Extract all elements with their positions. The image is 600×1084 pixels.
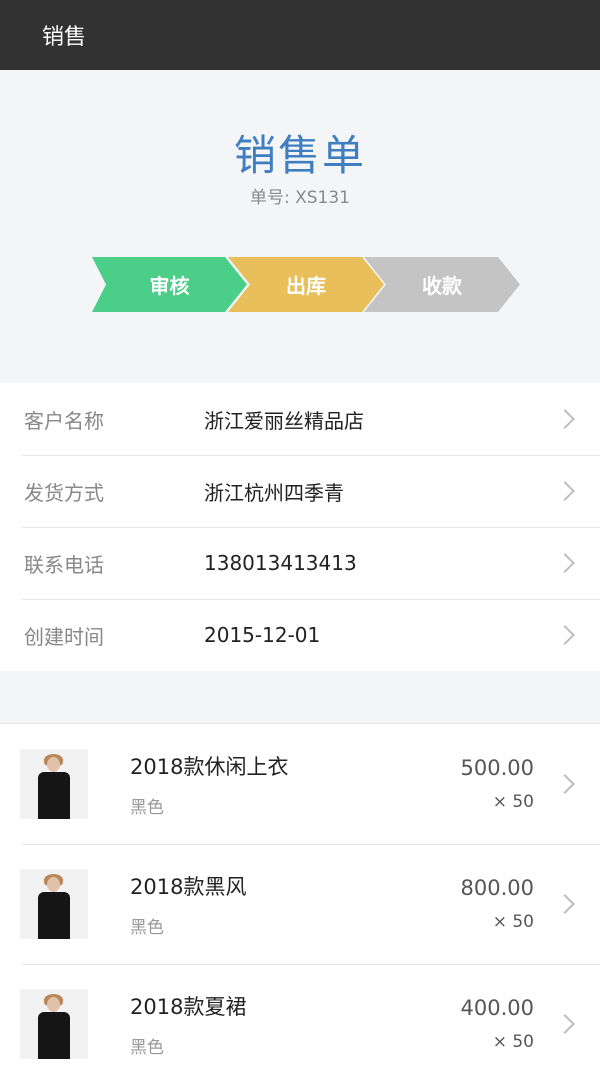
chevron-right-icon xyxy=(555,894,575,914)
info-row-customer[interactable]: 客户名称 浙江爱丽丝精品店 xyxy=(0,383,600,455)
product-price: 800.00 xyxy=(460,876,534,900)
chevron-right-icon xyxy=(555,774,575,794)
topbar-title: 销售 xyxy=(42,25,87,50)
info-value: 2015-12-01 xyxy=(204,623,321,647)
product-quantity: × 50 xyxy=(492,1032,534,1052)
product-image xyxy=(20,869,88,939)
product-item[interactable]: 2018款黑风 黑色 800.00 × 50 xyxy=(0,844,600,964)
top-bar: 销售 xyxy=(0,0,600,70)
info-row-created[interactable]: 创建时间 2015-12-01 xyxy=(0,599,600,671)
chevron-right-icon xyxy=(555,409,575,429)
chevron-right-icon xyxy=(555,625,575,645)
step-payment[interactable]: 收款 xyxy=(364,257,520,312)
order-number: 单号: XS131 xyxy=(249,188,351,208)
chevron-right-icon xyxy=(555,481,575,501)
page-title: 销售单 xyxy=(233,131,366,180)
product-item[interactable]: 2018款夏裙 黑色 400.00 × 50 xyxy=(0,964,600,1084)
info-value: 浙江杭州四季青 xyxy=(204,480,344,505)
step-outbound[interactable]: 出库 xyxy=(228,257,384,312)
product-image xyxy=(20,749,88,819)
product-color: 黑色 xyxy=(130,1037,164,1058)
step-outbound-label: 出库 xyxy=(286,274,326,298)
info-label: 创建时间 xyxy=(24,624,104,649)
product-name: 2018款夏裙 xyxy=(130,994,247,1019)
product-quantity: × 50 xyxy=(492,792,534,812)
info-row-shipping[interactable]: 发货方式 浙江杭州四季青 xyxy=(0,455,600,527)
order-info-list: 客户名称 浙江爱丽丝精品店 发货方式 浙江杭州四季青 联系电话 13801341… xyxy=(0,383,600,671)
info-label: 发货方式 xyxy=(24,480,104,505)
product-image xyxy=(20,989,88,1059)
product-name: 2018款黑风 xyxy=(130,874,247,899)
info-label: 联系电话 xyxy=(24,552,104,577)
chevron-right-icon xyxy=(555,1014,575,1034)
chevron-right-icon xyxy=(555,553,575,573)
step-review[interactable]: 审核 xyxy=(92,257,247,312)
product-list: 2018款休闲上衣 黑色 500.00 × 50 2018款黑风 黑色 800.… xyxy=(0,724,600,1084)
order-header: 销售单 单号: XS131 审核 出库 收款 xyxy=(0,70,600,383)
section-divider xyxy=(0,671,600,724)
info-label: 客户名称 xyxy=(24,408,104,433)
step-review-label: 审核 xyxy=(149,274,190,298)
product-color: 黑色 xyxy=(130,797,164,818)
info-value: 138013413413 xyxy=(204,551,357,575)
product-item[interactable]: 2018款休闲上衣 黑色 500.00 × 50 xyxy=(0,724,600,844)
info-value: 浙江爱丽丝精品店 xyxy=(204,408,364,433)
step-payment-label: 收款 xyxy=(422,274,462,298)
product-price: 500.00 xyxy=(460,756,534,780)
product-quantity: × 50 xyxy=(492,912,534,932)
product-color: 黑色 xyxy=(130,917,164,938)
status-steps: 审核 出库 收款 xyxy=(92,257,522,312)
product-price: 400.00 xyxy=(460,996,534,1020)
info-row-phone[interactable]: 联系电话 138013413413 xyxy=(0,527,600,599)
product-name: 2018款休闲上衣 xyxy=(130,754,289,779)
